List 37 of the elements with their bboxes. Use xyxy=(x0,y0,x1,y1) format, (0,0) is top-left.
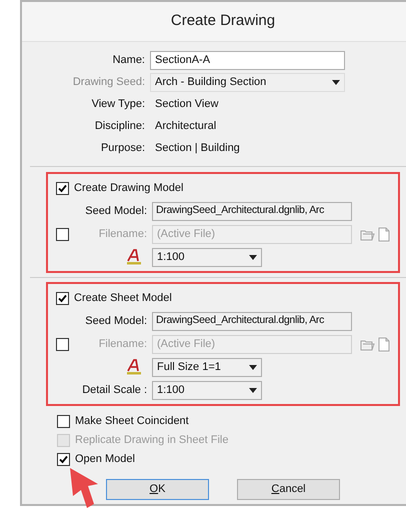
field-label: Seed Model: xyxy=(84,314,148,329)
dialog-button[interactable]: OK xyxy=(106,479,209,500)
name-field[interactable]: SectionA-A xyxy=(150,50,345,70)
scale-dropdown[interactable]: Full Size 1=1 xyxy=(152,358,262,376)
field-value: Section View xyxy=(154,96,220,112)
field-label: Purpose: xyxy=(100,140,146,156)
annotation-scale-icon xyxy=(126,359,142,375)
field-value: Section | Building xyxy=(154,140,241,156)
scale-dropdown[interactable]: 1:100 xyxy=(152,380,262,400)
field-label: Discipline: xyxy=(94,118,146,134)
field-label: Name: xyxy=(112,52,146,68)
field-value: Architectural xyxy=(154,118,218,134)
seed-model-field[interactable]: DrawingSeed_Architectural.dgnlib, Arc xyxy=(152,202,352,220)
checkbox[interactable] xyxy=(57,453,70,466)
annotation-scale-icon xyxy=(126,249,142,265)
caret-icon xyxy=(249,254,257,260)
field-label: Filename: xyxy=(98,226,147,242)
field-label: View Type: xyxy=(90,96,146,112)
checkbox-label: Open Model xyxy=(75,452,135,468)
window-title: Create Drawing xyxy=(170,11,276,32)
checkbox-label: Create Sheet Model xyxy=(74,290,172,306)
field-label: Seed Model: xyxy=(84,204,148,219)
seed-model-field[interactable]: DrawingSeed_Architectural.dgnlib, Arc xyxy=(152,312,352,330)
checkbox-label: Create Drawing Model xyxy=(74,180,184,196)
field-label: Detail Scale : xyxy=(81,382,148,398)
checkbox[interactable] xyxy=(56,182,69,194)
scale-dropdown[interactable]: 1:100 xyxy=(152,248,262,266)
field-label: Filename: xyxy=(98,336,147,352)
checkbox-label: Make Sheet Coincident xyxy=(75,414,189,430)
checkbox[interactable] xyxy=(57,415,70,428)
checkbox[interactable] xyxy=(56,292,69,304)
caret-icon xyxy=(332,80,340,84)
checkbox-label: Replicate Drawing in Sheet File xyxy=(75,433,228,448)
caret-icon xyxy=(249,364,257,370)
dialog-button[interactable]: Cancel xyxy=(237,479,340,500)
field-label: Drawing Seed: xyxy=(72,74,146,90)
caret-icon xyxy=(249,388,257,392)
